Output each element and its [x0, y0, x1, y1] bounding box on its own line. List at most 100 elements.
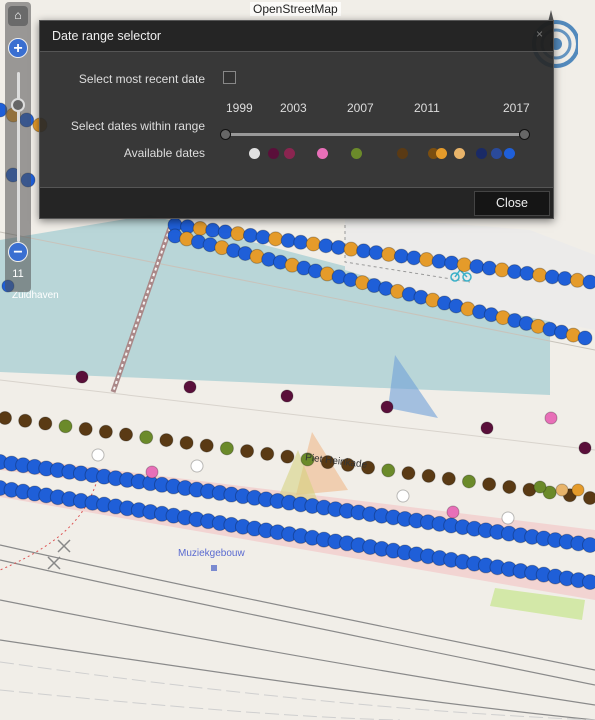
photo-marker[interactable]	[58, 419, 73, 434]
photo-marker[interactable]	[242, 227, 258, 243]
available-date-dot	[491, 148, 502, 159]
photo-marker[interactable]	[280, 449, 295, 464]
photo-marker[interactable]	[192, 220, 208, 236]
year-tick-1999: 1999	[226, 101, 253, 115]
photo-marker[interactable]	[356, 243, 372, 259]
photo-marker[interactable]	[260, 446, 275, 461]
photo-marker[interactable]	[519, 265, 535, 281]
photo-marker[interactable]	[199, 438, 214, 453]
photo-marker[interactable]	[330, 239, 346, 255]
photo-marker[interactable]	[456, 257, 472, 273]
photo-marker[interactable]	[578, 441, 592, 455]
photo-marker[interactable]	[401, 466, 416, 481]
available-dates-label: Available dates	[123, 146, 205, 160]
photo-marker[interactable]	[139, 430, 154, 445]
photo-marker[interactable]	[555, 483, 569, 497]
photo-marker[interactable]	[582, 274, 595, 290]
photo-marker[interactable]	[544, 269, 560, 285]
photo-marker[interactable]	[75, 370, 89, 384]
photo-marker[interactable]	[444, 255, 460, 271]
photo-marker[interactable]	[255, 229, 271, 245]
available-date-dot	[284, 148, 295, 159]
zoom-level: 11	[12, 268, 24, 280]
photo-marker[interactable]	[501, 511, 515, 525]
photo-marker[interactable]	[469, 258, 485, 274]
photo-marker[interactable]	[230, 226, 246, 242]
photo-marker[interactable]	[343, 241, 359, 257]
photo-marker[interactable]	[179, 435, 194, 450]
photo-marker[interactable]	[183, 380, 197, 394]
photo-marker[interactable]	[119, 427, 134, 442]
photo-marker[interactable]	[240, 444, 255, 459]
map-attribution[interactable]: OpenStreetMap	[250, 2, 341, 16]
available-date-dot	[476, 148, 487, 159]
photo-marker[interactable]	[38, 416, 53, 431]
photo-marker[interactable]	[18, 413, 33, 428]
range-max-handle[interactable]	[519, 129, 530, 140]
photo-marker[interactable]	[318, 238, 334, 254]
zoom-in-button[interactable]: +	[8, 38, 28, 58]
photo-marker[interactable]	[446, 505, 460, 519]
photo-marker[interactable]	[431, 253, 447, 269]
close-button[interactable]: Close	[474, 191, 550, 216]
photo-marker[interactable]	[190, 459, 204, 473]
photo-marker[interactable]	[544, 411, 558, 425]
photo-marker[interactable]	[571, 483, 585, 497]
photo-marker[interactable]	[557, 271, 573, 287]
photo-marker[interactable]	[533, 480, 547, 494]
photo-marker[interactable]	[582, 537, 595, 553]
photo-marker[interactable]	[393, 248, 409, 264]
photo-marker[interactable]	[480, 421, 494, 435]
available-date-dot	[504, 148, 515, 159]
dialog-close-icon[interactable]: ×	[536, 27, 543, 41]
muziekgebouw-label: Muziekgebouw	[178, 548, 245, 559]
date-range-slider[interactable]	[225, 133, 525, 136]
photo-marker[interactable]	[145, 465, 159, 479]
photo-marker[interactable]	[381, 246, 397, 262]
zoom-out-button[interactable]: −	[8, 242, 28, 262]
photo-marker[interactable]	[482, 477, 497, 492]
photo-marker[interactable]	[280, 389, 294, 403]
available-date-dot	[397, 148, 408, 159]
year-tick-2007: 2007	[347, 101, 374, 115]
photo-marker[interactable]	[461, 474, 476, 489]
photo-marker[interactable]	[532, 267, 548, 283]
photo-marker[interactable]	[293, 234, 309, 250]
available-date-dot	[436, 148, 447, 159]
dialog-title: Date range selector	[40, 21, 553, 52]
year-tick-2003: 2003	[280, 101, 307, 115]
photo-marker[interactable]	[268, 231, 284, 247]
available-date-dot	[454, 148, 465, 159]
photo-marker[interactable]	[159, 433, 174, 448]
photo-marker[interactable]	[380, 400, 394, 414]
photo-marker[interactable]	[569, 272, 585, 288]
photo-marker[interactable]	[502, 479, 517, 494]
photo-marker[interactable]	[98, 424, 113, 439]
photo-marker[interactable]	[396, 489, 410, 503]
photo-marker[interactable]	[217, 224, 233, 240]
photo-marker[interactable]	[582, 574, 595, 590]
photo-marker[interactable]	[406, 250, 422, 266]
photo-marker[interactable]	[577, 330, 593, 346]
photo-marker[interactable]	[421, 468, 436, 483]
date-range-dialog: Date range selector × Select most recent…	[39, 20, 554, 219]
photo-marker[interactable]	[507, 264, 523, 280]
photo-marker[interactable]	[583, 491, 595, 505]
range-min-handle[interactable]	[220, 129, 231, 140]
photo-marker[interactable]	[305, 236, 321, 252]
photo-marker[interactable]	[368, 245, 384, 261]
photo-marker[interactable]	[280, 233, 296, 249]
photo-marker[interactable]	[441, 471, 456, 486]
photo-marker[interactable]	[419, 252, 435, 268]
photo-marker[interactable]	[78, 422, 93, 437]
zoom-home-button[interactable]: ⌂	[8, 6, 28, 26]
photo-marker[interactable]	[381, 463, 396, 478]
photo-marker[interactable]	[91, 448, 105, 462]
most-recent-checkbox[interactable]	[223, 71, 236, 84]
photo-marker[interactable]	[0, 411, 12, 425]
photo-marker[interactable]	[219, 441, 234, 456]
photo-marker[interactable]	[481, 260, 497, 276]
zoom-slider-handle[interactable]	[11, 98, 25, 112]
photo-marker[interactable]	[205, 222, 221, 238]
photo-marker[interactable]	[494, 262, 510, 278]
